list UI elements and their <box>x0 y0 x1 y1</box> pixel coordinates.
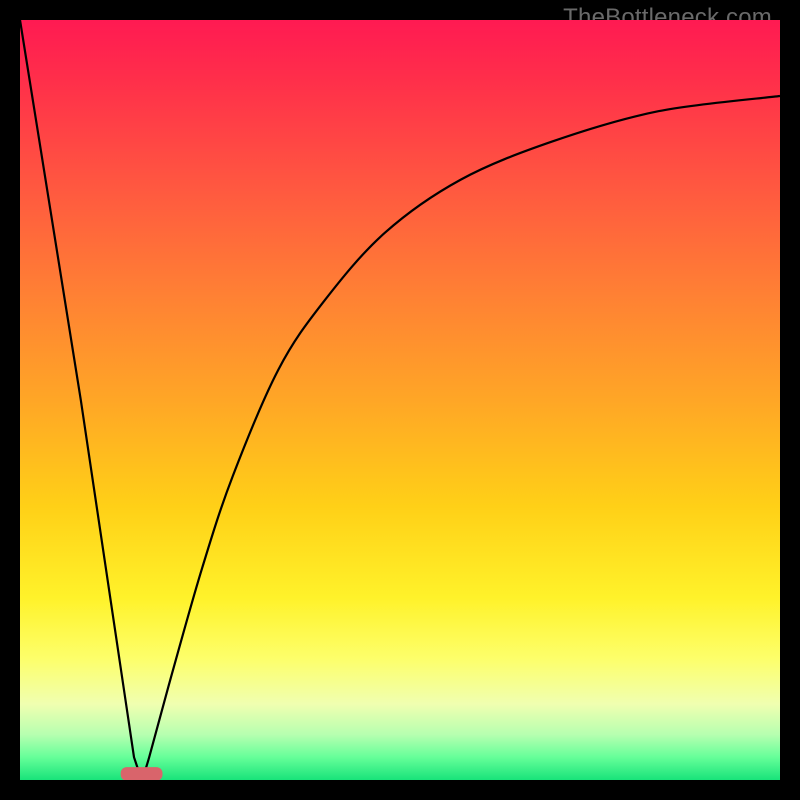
plot-area <box>20 20 780 780</box>
chart-frame: TheBottleneck.com <box>0 0 800 800</box>
chart-overlay <box>20 20 780 780</box>
bottleneck-curve <box>20 20 780 780</box>
minimum-marker <box>121 767 163 780</box>
